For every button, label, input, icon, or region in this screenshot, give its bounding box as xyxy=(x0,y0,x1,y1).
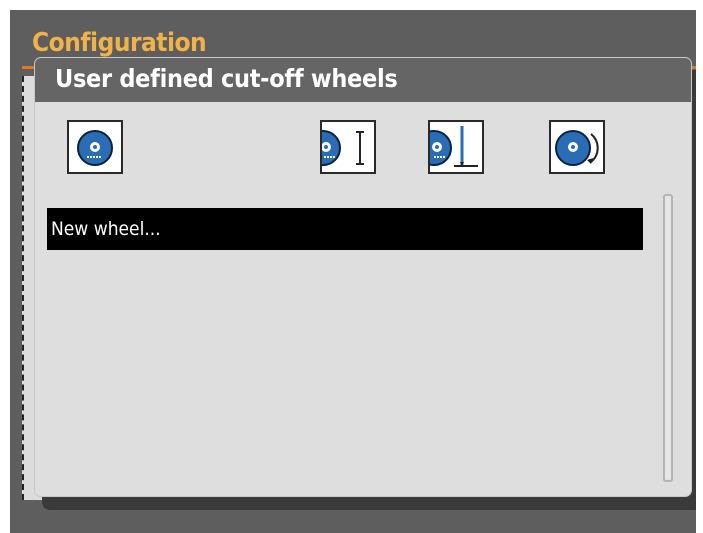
background-page-title: Configuration xyxy=(32,28,207,58)
cutoff-wheels-dialog: User defined cut-off wheels New wheel... xyxy=(34,57,692,497)
wheel-list: New wheel... xyxy=(47,208,643,488)
dialog-header: User defined cut-off wheels xyxy=(35,58,691,102)
wheel-thickness-icon xyxy=(322,130,364,166)
list-item-new-wheel[interactable]: New wheel... xyxy=(47,208,643,250)
wheel-depth-icon xyxy=(430,126,478,167)
app-screen: Configuration User defined cut-off wheel… xyxy=(10,10,696,533)
list-scrollbar[interactable] xyxy=(663,194,673,482)
dialog-title: User defined cut-off wheels xyxy=(55,64,398,93)
wheel-thickness-button[interactable] xyxy=(320,120,376,174)
wheel-rotation-button[interactable] xyxy=(549,120,605,174)
wheel-depth-button[interactable] xyxy=(428,120,484,174)
wheel-rotation-icon xyxy=(555,130,599,166)
wheel-icon xyxy=(77,130,113,166)
wheel-button[interactable] xyxy=(67,120,123,174)
